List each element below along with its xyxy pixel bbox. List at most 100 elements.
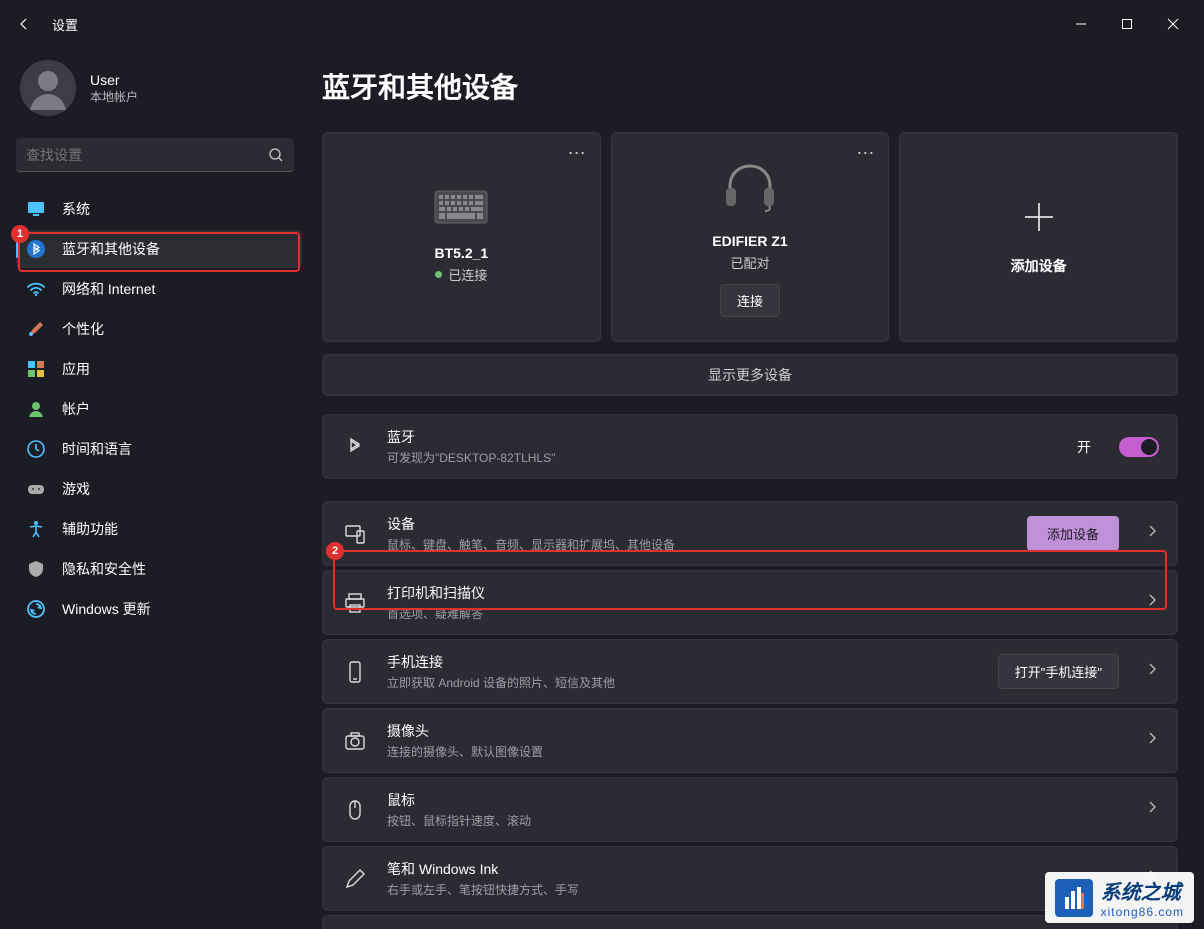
- watermark-logo-icon: [1055, 879, 1093, 917]
- bluetooth-toggle-row[interactable]: 蓝牙 可发现为"DESKTOP-82TLHLS" 开: [322, 414, 1178, 479]
- watermark: 系统之城 xitong86.com: [1045, 872, 1194, 923]
- minimize-button[interactable]: [1058, 8, 1104, 40]
- keyboard-icon: [434, 190, 488, 229]
- camera-icon: [341, 727, 369, 755]
- page-title: 蓝牙和其他设备: [322, 66, 1178, 106]
- sidebar-item-accessibility[interactable]: 辅助功能: [16, 510, 302, 548]
- annotation-badge-2: 2: [326, 542, 344, 560]
- toggle-label: 开: [1077, 437, 1091, 457]
- row-subtitle: 首选项、疑难解答: [387, 605, 1119, 622]
- avatar: [20, 60, 76, 116]
- search-input[interactable]: [26, 147, 268, 163]
- row-mouse[interactable]: 鼠标 按钮、鼠标指针速度、滚动: [322, 777, 1178, 842]
- row-title: 蓝牙: [387, 427, 1059, 447]
- sidebar-item-privacy[interactable]: 隐私和安全性: [16, 550, 302, 588]
- content: 蓝牙和其他设备 ⋯ BT5.2_1 已连接 ⋯ EDIFIER Z1 已配对 连…: [310, 48, 1204, 929]
- show-more-button[interactable]: 显示更多设备: [322, 354, 1178, 396]
- row-subtitle: 立即获取 Android 设备的照片、短信及其他: [387, 674, 980, 691]
- sidebar-item-accounts[interactable]: 帐户: [16, 390, 302, 428]
- shield-icon: [26, 559, 46, 579]
- sidebar: User 本地帐户 系统 蓝牙和其他设备 网络和 Internet: [0, 48, 310, 929]
- clock-globe-icon: [26, 439, 46, 459]
- search-icon: [268, 147, 284, 163]
- paintbrush-icon: [26, 319, 46, 339]
- more-icon[interactable]: ⋯: [568, 143, 588, 164]
- row-title: 鼠标: [387, 790, 1119, 810]
- sidebar-item-label: 时间和语言: [62, 439, 132, 459]
- device-status: 已配对: [731, 253, 770, 272]
- accessibility-icon: [26, 519, 46, 539]
- window-title: 设置: [52, 15, 78, 34]
- device-name: EDIFIER Z1: [712, 233, 787, 249]
- sidebar-item-system[interactable]: 系统: [16, 190, 302, 228]
- user-section[interactable]: User 本地帐户: [16, 52, 302, 132]
- sidebar-item-label: 辅助功能: [62, 519, 118, 539]
- maximize-button[interactable]: [1104, 8, 1150, 40]
- person-icon: [26, 399, 46, 419]
- sidebar-item-label: Windows 更新: [62, 599, 151, 619]
- add-device-label: 添加设备: [1011, 256, 1067, 276]
- gamepad-icon: [26, 479, 46, 499]
- more-icon[interactable]: ⋯: [856, 143, 876, 164]
- row-phone-link[interactable]: 手机连接 立即获取 Android 设备的照片、短信及其他 打开"手机连接": [322, 639, 1178, 704]
- row-subtitle: 鼠标、键盘、触笔、音频、显示器和扩展坞、其他设备: [387, 536, 1009, 553]
- device-cards: ⋯ BT5.2_1 已连接 ⋯ EDIFIER Z1 已配对 连接: [322, 132, 1178, 342]
- title-bar: 设置: [0, 0, 1204, 48]
- wifi-icon: [26, 279, 46, 299]
- row-title: 设备: [387, 514, 1009, 534]
- sidebar-item-update[interactable]: Windows 更新: [16, 590, 302, 628]
- chevron-right-icon: [1145, 731, 1159, 750]
- nav: 系统 蓝牙和其他设备 网络和 Internet 个性化 应用 帐户: [16, 190, 302, 628]
- device-status: 已连接: [435, 265, 487, 284]
- device-card-headphones[interactable]: ⋯ EDIFIER Z1 已配对 连接: [611, 132, 890, 342]
- back-button[interactable]: [8, 8, 40, 40]
- user-account-type: 本地帐户: [90, 88, 138, 105]
- chevron-right-icon: [1145, 524, 1159, 543]
- pen-icon: [341, 865, 369, 893]
- row-title: 手机连接: [387, 652, 980, 672]
- chevron-right-icon: [1145, 662, 1159, 681]
- row-devices[interactable]: 设备 鼠标、键盘、触笔、音频、显示器和扩展坞、其他设备 添加设备: [322, 501, 1178, 566]
- headphones-icon: [720, 158, 780, 217]
- row-subtitle: 右手或左手、笔按钮快捷方式、手写: [387, 881, 1119, 898]
- bluetooth-toggle[interactable]: [1119, 437, 1159, 457]
- printer-icon: [341, 589, 369, 617]
- sidebar-item-label: 隐私和安全性: [62, 559, 146, 579]
- sidebar-item-personalization[interactable]: 个性化: [16, 310, 302, 348]
- add-device-card[interactable]: 添加设备: [899, 132, 1178, 342]
- device-card-keyboard[interactable]: ⋯ BT5.2_1 已连接: [322, 132, 601, 342]
- connect-button[interactable]: 连接: [720, 284, 780, 317]
- status-dot-icon: [435, 271, 442, 278]
- annotation-badge-1: 1: [11, 225, 29, 243]
- sidebar-item-time-language[interactable]: 时间和语言: [16, 430, 302, 468]
- sidebar-item-apps[interactable]: 应用: [16, 350, 302, 388]
- row-title: 摄像头: [387, 721, 1119, 741]
- row-cameras[interactable]: 摄像头 连接的摄像头、默认图像设置: [322, 708, 1178, 773]
- row-title: 打印机和扫描仪: [387, 583, 1119, 603]
- sidebar-item-bluetooth[interactable]: 蓝牙和其他设备: [16, 230, 302, 268]
- apps-icon: [26, 359, 46, 379]
- close-button[interactable]: [1150, 8, 1196, 40]
- row-printers-scanners[interactable]: 打印机和扫描仪 首选项、疑难解答: [322, 570, 1178, 635]
- sidebar-item-label: 系统: [62, 199, 90, 219]
- update-icon: [26, 599, 46, 619]
- row-subtitle: 连接的摄像头、默认图像设置: [387, 743, 1119, 760]
- row-subtitle: 可发现为"DESKTOP-82TLHLS": [387, 449, 1059, 466]
- watermark-title: 系统之城: [1101, 876, 1184, 905]
- add-device-button[interactable]: 添加设备: [1027, 516, 1119, 551]
- sidebar-item-label: 帐户: [62, 399, 90, 419]
- bluetooth-icon: [26, 239, 46, 259]
- sidebar-item-label: 应用: [62, 359, 90, 379]
- sidebar-item-gaming[interactable]: 游戏: [16, 470, 302, 508]
- device-name: BT5.2_1: [434, 245, 488, 261]
- open-phone-link-button[interactable]: 打开"手机连接": [998, 654, 1119, 689]
- phone-icon: [341, 658, 369, 686]
- autoplay-icon: [341, 924, 369, 929]
- sidebar-item-network[interactable]: 网络和 Internet: [16, 270, 302, 308]
- row-title: 笔和 Windows Ink: [387, 859, 1119, 879]
- search-box[interactable]: [16, 138, 294, 172]
- devices-icon: [341, 520, 369, 548]
- sidebar-item-label: 个性化: [62, 319, 104, 339]
- plus-icon: [1021, 199, 1057, 240]
- sidebar-item-label: 网络和 Internet: [62, 279, 155, 299]
